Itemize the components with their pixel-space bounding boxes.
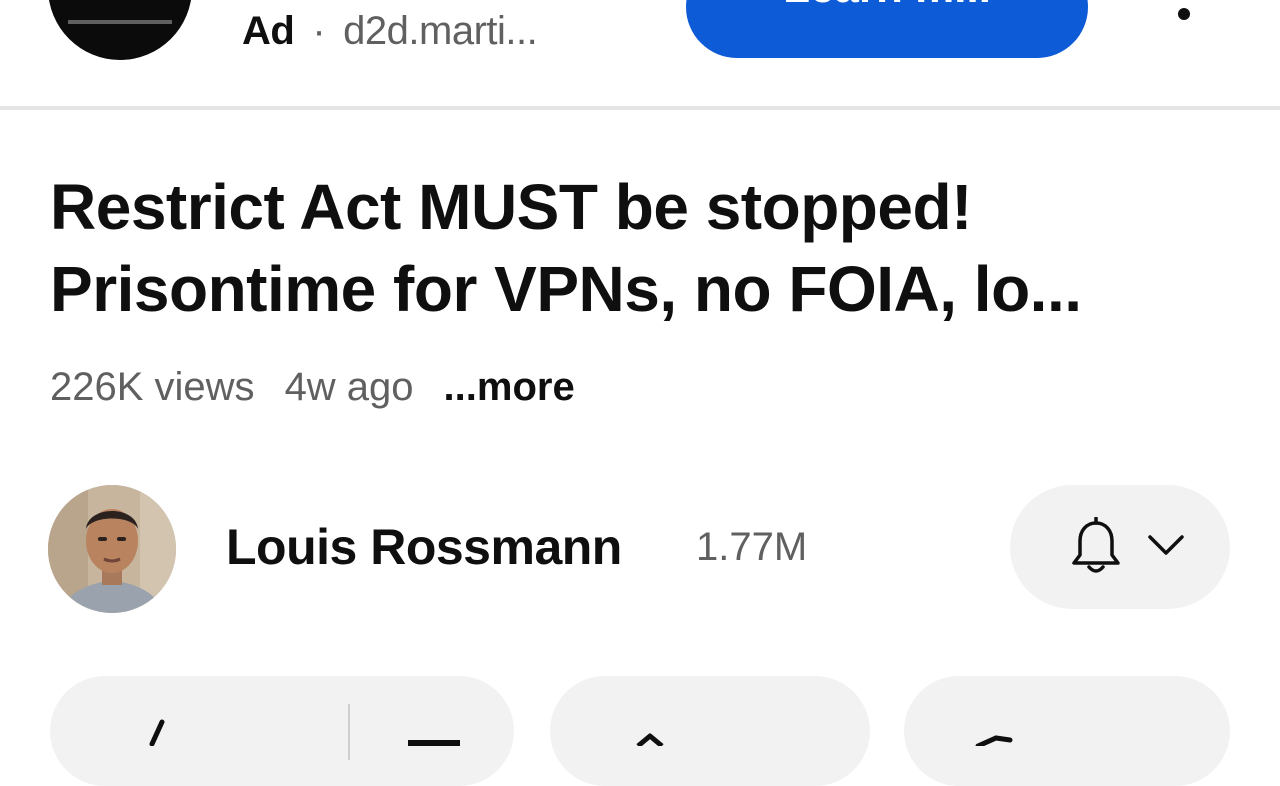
channel-avatar[interactable] (48, 485, 176, 613)
chevron-down-icon (1148, 535, 1184, 555)
subscriber-count: 1.77M (696, 525, 808, 569)
ad-domain[interactable]: d2d.marti... (343, 9, 538, 54)
learn-more-button[interactable]: Learn m... (686, 0, 1088, 58)
bell-icon (1072, 517, 1120, 573)
share-arrow-icon (636, 733, 664, 746)
more-vert-icon[interactable] (1164, 0, 1204, 30)
advertiser-logo-text (68, 20, 172, 24)
view-count: 226K views (50, 365, 255, 409)
learn-more-label: Learn m... (686, 0, 1088, 10)
subscribed-button[interactable] (1010, 485, 1230, 609)
channel-name[interactable]: Louis Rossmann (226, 517, 622, 577)
pill-divider (348, 704, 350, 760)
ad-info: Ad · d2d.marti... (242, 8, 538, 54)
thumb-down-icon[interactable] (404, 706, 464, 746)
more-description-link[interactable]: ...more (444, 362, 575, 412)
video-metadata[interactable]: 226K views 4w ago ...more (50, 362, 575, 412)
like-dislike-pill[interactable] (50, 676, 514, 786)
advertiser-avatar[interactable] (48, 0, 192, 60)
ad-banner[interactable]: Ad · d2d.marti... Learn m... (0, 0, 1280, 108)
ad-separator: · (312, 8, 326, 53)
share-button[interactable] (550, 676, 870, 786)
upload-age: 4w ago (284, 365, 414, 409)
remix-icon (975, 735, 1013, 746)
remix-button[interactable] (904, 676, 1230, 786)
section-divider (0, 106, 1280, 110)
ad-badge: Ad (242, 8, 295, 53)
video-title[interactable]: Restrict Act MUST be stopped! Prisontime… (50, 166, 1240, 330)
thumb-up-icon[interactable] (122, 706, 182, 746)
